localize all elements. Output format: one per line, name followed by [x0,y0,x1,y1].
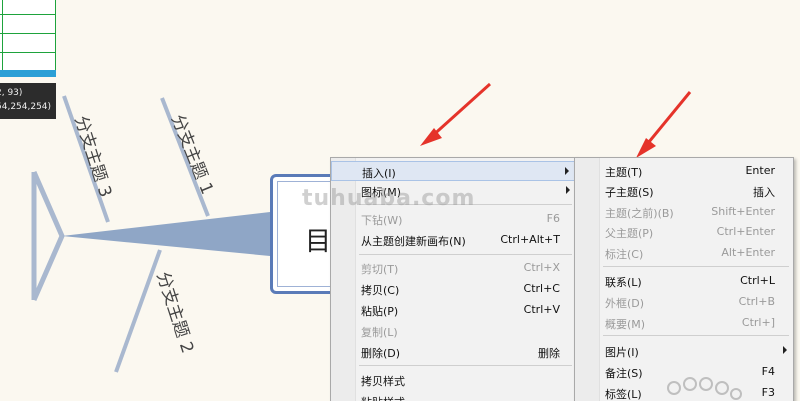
menu1-item-label: 复制(L) [361,326,398,339]
menu2-item: 概要(M) Ctrl+] [575,313,793,333]
annotation-arrow-2 [636,91,692,158]
menu-separator [603,335,789,336]
menu2-item: 主题(之前)(B) Shift+Enter [575,202,793,222]
menu2-item-label: 图片(I) [605,346,639,359]
menu1-item[interactable]: 删除(D) 删除 [331,342,576,362]
menu1-item-label: 从主题创建新画布(N) [361,235,466,248]
menu2-item[interactable]: 联系(L) Ctrl+L [575,271,793,291]
menu-separator [603,266,789,267]
menu2-item-shortcut: F4 [761,365,775,378]
menu2-item-label: 标注(C) [605,248,644,261]
menu2-item[interactable]: 子主题(S) 插入 [575,181,793,201]
menu1-item-label: 插入(I) [362,167,396,180]
menu2-item-label: 主题(T) [605,166,643,179]
menu2-item-shortcut: Ctrl+Enter [716,225,775,238]
menu2-item-label: 标签(L) [605,388,642,401]
menu2-item-label: 联系(L) [605,276,642,289]
menu1-item[interactable]: 粘贴样式 [331,391,576,401]
menu1-item[interactable]: 插入(I) [331,161,576,181]
watermark: tuhuaba.com [302,186,476,211]
menu2-item-label: 备注(S) [605,367,643,380]
menu2-item: 标注(C) Alt+Enter [575,243,793,263]
menu2-item-label: 子主题(S) [605,186,654,199]
annotation-arrow-1 [420,82,492,146]
menu1-item[interactable]: 粘贴(P) Ctrl+V [331,300,576,320]
menu2-item-label: 主题(之前)(B) [605,207,674,220]
menu1-item-label: 删除(D) [361,347,401,360]
menu2-item-shortcut: Ctrl+] [741,316,775,329]
menu1-item: 剪切(T) Ctrl+X [331,258,576,278]
menu2-item-shortcut: Shift+Enter [711,205,775,218]
menu1-item-label: 剪切(T) [361,263,399,276]
menu1-item-label: 拷贝样式 [361,375,405,388]
menu1-item-shortcut: Ctrl+V [523,303,560,316]
menu1-item-label: 粘贴样式 [361,394,405,401]
main-topic-label: 目 [305,227,332,257]
menu1-item: 复制(L) [331,321,576,341]
menu1-item-label: 拷贝(C) [361,284,400,297]
menu1-item-shortcut: 删除 [538,347,560,360]
menu2-item-label: 概要(M) [605,318,646,331]
menu1-item-label: 下钻(W) [361,214,403,227]
bone-branch-2 [114,249,162,373]
menu2-item[interactable]: 主题(T) Enter [575,161,793,181]
menu1-item[interactable]: 拷贝样式 [331,370,576,390]
menu2-item: 父主题(P) Ctrl+Enter [575,222,793,242]
paw-watermark-icon [667,377,742,400]
menu1-item-shortcut: Ctrl+C [523,282,560,295]
menu1-item-shortcut: F6 [546,212,560,225]
menu1-item-shortcut: Ctrl+X [523,261,560,274]
menu2-item-shortcut: Alt+Enter [721,246,775,259]
menu1-item: 下钻(W) F6 [331,209,576,229]
fish-spine [62,212,270,256]
insert-submenu: 主题(T) Enter 子主题(S) 插入主题(之前)(B) Shift+Enter 父主… [574,157,794,401]
submenu-arrow-icon [566,186,570,194]
submenu-arrow-icon [565,167,569,175]
menu-separator [359,254,572,255]
menu2-item-shortcut: 插入 [753,186,775,199]
menu2-item: 外框(D) Ctrl+B [575,292,793,312]
menu1-item[interactable]: 从主题创建新画布(N) Ctrl+Alt+T [331,230,576,250]
menu1-item-shortcut: Ctrl+Alt+T [500,233,560,246]
menu2-item-shortcut: Enter [745,164,775,177]
menu2-item-shortcut: F3 [761,386,775,399]
fish-tail [31,170,65,302]
menu-separator [359,365,572,366]
mind-map-canvas[interactable]: 2, 93) 54,254,254) 分支主题 1 分支主题 3 分支主题 2 … [0,0,800,401]
submenu-arrow-icon [783,346,787,354]
menu2-item-shortcut: Ctrl+B [738,295,775,308]
menu2-item-label: 外框(D) [605,297,645,310]
menu1-item-label: 粘贴(P) [361,305,399,318]
menu2-item-shortcut: Ctrl+L [740,274,775,287]
menu1-item[interactable]: 拷贝(C) Ctrl+C [331,279,576,299]
menu2-item-label: 父主题(P) [605,227,654,240]
menu2-item[interactable]: 图片(I) [575,341,793,361]
